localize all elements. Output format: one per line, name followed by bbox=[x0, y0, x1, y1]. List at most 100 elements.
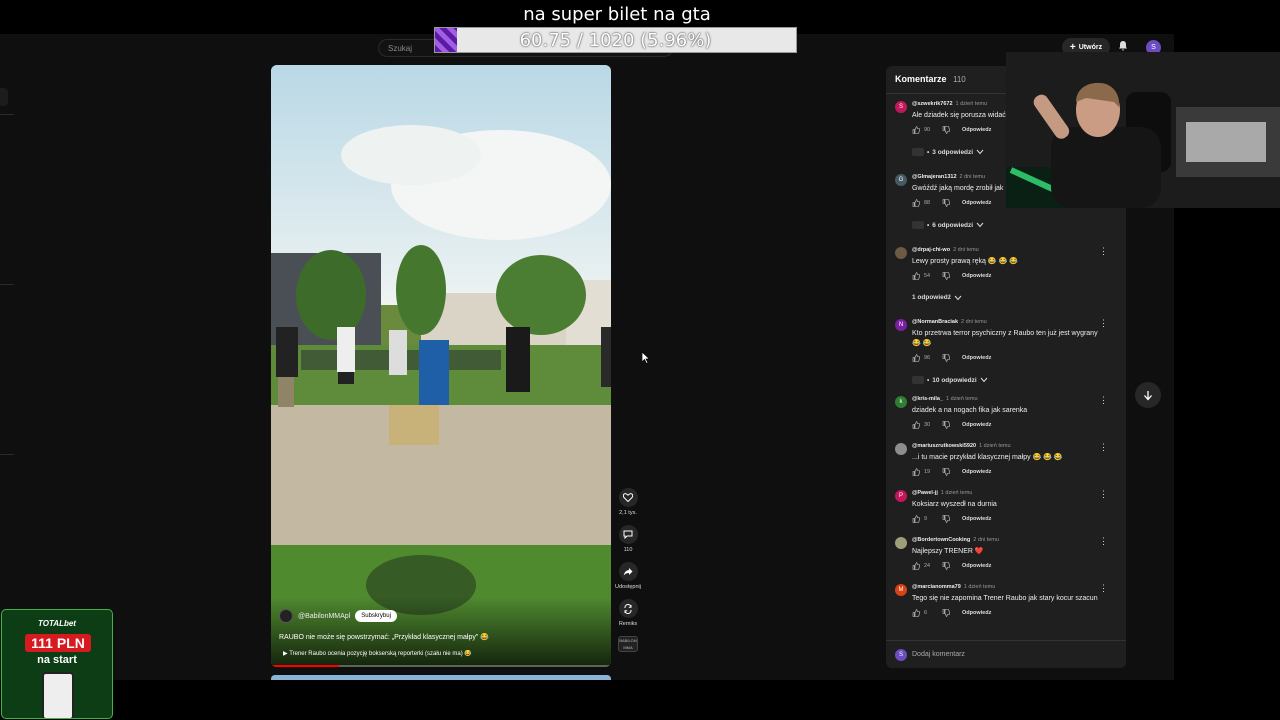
thumbs-up-icon[interactable] bbox=[912, 199, 920, 207]
more-options-icon[interactable]: ⋮ bbox=[1099, 489, 1108, 500]
reply-button[interactable]: Odpowiedz bbox=[962, 469, 991, 475]
replies-count: 10 odpowiedzi bbox=[932, 376, 977, 384]
channel-name[interactable]: @BabilonMMApl bbox=[298, 613, 350, 620]
comment-time: 2 dni temu bbox=[961, 319, 987, 325]
more-options-icon[interactable]: ⋮ bbox=[1099, 583, 1108, 594]
thumbs-up-icon[interactable] bbox=[912, 609, 920, 617]
more-options-icon[interactable]: ⋮ bbox=[1099, 442, 1108, 453]
next-short-preview[interactable] bbox=[271, 675, 611, 680]
thumbs-up-icon[interactable] bbox=[912, 126, 920, 134]
comment-actions: 19 Odpowiedz bbox=[912, 468, 991, 476]
comment-time: 1 dzień temu bbox=[979, 443, 1011, 449]
commenter-avatar[interactable]: k bbox=[895, 396, 907, 408]
reply-button[interactable]: Odpowiedz bbox=[962, 516, 991, 522]
channel-avatar[interactable] bbox=[279, 609, 293, 623]
thumbs-down-icon[interactable] bbox=[942, 562, 950, 570]
comment-author[interactable]: @BordertownCooking 2 dni temu bbox=[912, 537, 999, 543]
more-options-icon[interactable]: ⋮ bbox=[1099, 395, 1108, 406]
video-progress-bar[interactable] bbox=[271, 665, 611, 667]
like-action[interactable]: 2,1 tys. bbox=[614, 488, 642, 516]
comment-author[interactable]: @mariuszrutkowski5920 1 dzień temu bbox=[912, 443, 1011, 449]
remix-button[interactable] bbox=[618, 599, 638, 618]
comment-author[interactable]: @marcianomma79 1 dzień temu bbox=[912, 584, 995, 590]
chevron-down-icon bbox=[980, 377, 988, 383]
thumbs-down-icon[interactable] bbox=[942, 126, 950, 134]
thumbs-down-icon[interactable] bbox=[942, 199, 950, 207]
thumbs-down-icon[interactable] bbox=[942, 515, 950, 523]
comment-actions: 88 Odpowiedz bbox=[912, 199, 991, 207]
commenter-avatar[interactable]: P bbox=[895, 490, 907, 502]
sidebar-toggle[interactable] bbox=[0, 88, 8, 106]
comment-time: 1 dzień temu bbox=[946, 396, 978, 402]
commenter-avatar[interactable]: G bbox=[895, 174, 907, 186]
short-video-player[interactable]: @BabilonMMApl Subskrybuj RAUBO nie może … bbox=[271, 65, 611, 667]
reply-button[interactable]: Odpowiedz bbox=[962, 200, 991, 206]
phone-icon bbox=[42, 672, 74, 718]
comment-author-name: @Pawel-jj bbox=[912, 490, 938, 496]
thumbs-down-icon[interactable] bbox=[942, 272, 950, 280]
comment-actions: 96 Odpowiedz bbox=[912, 354, 991, 362]
commenter-avatar[interactable]: N bbox=[895, 319, 907, 331]
thumbs-down-icon[interactable] bbox=[942, 421, 950, 429]
view-replies-button[interactable]: 1 odpowiedź bbox=[912, 294, 962, 301]
reply-button[interactable]: Odpowiedz bbox=[962, 563, 991, 569]
thumbs-up-icon[interactable] bbox=[912, 354, 920, 362]
commenter-avatar[interactable] bbox=[895, 537, 907, 549]
thumbs-up-icon[interactable] bbox=[912, 272, 920, 280]
comments-button[interactable] bbox=[618, 525, 638, 544]
reply-button[interactable]: Odpowiedz bbox=[962, 355, 991, 361]
add-comment-input[interactable]: Dodaj komentarz bbox=[912, 651, 965, 658]
reply-button[interactable]: Odpowiedz bbox=[962, 422, 991, 428]
create-label: Utwórz bbox=[1078, 43, 1103, 51]
share-label: Udostępnij bbox=[615, 584, 641, 590]
bullet: • bbox=[927, 221, 930, 229]
commenter-avatar[interactable] bbox=[895, 443, 907, 455]
comment-like-count: 30 bbox=[924, 422, 931, 428]
reply-button[interactable]: Odpowiedz bbox=[962, 610, 991, 616]
comment-icon bbox=[623, 530, 633, 539]
comment-author[interactable]: @NormanBraciak 2 dni temu bbox=[912, 319, 987, 325]
share-action[interactable]: Udostępnij bbox=[614, 562, 642, 590]
commenter-avatar[interactable]: S bbox=[895, 101, 907, 113]
remix-action[interactable]: Remiks bbox=[614, 599, 642, 627]
thumbs-up-icon[interactable] bbox=[912, 421, 920, 429]
audio-thumbnail[interactable]: BABILON MMA bbox=[618, 636, 638, 652]
creator-avatar bbox=[912, 221, 924, 229]
comment-like-count: 96 bbox=[924, 355, 931, 361]
remix-icon bbox=[624, 603, 632, 614]
comment-author[interactable]: @Pawel-jj 1 dzień temu bbox=[912, 490, 972, 496]
more-options-icon[interactable]: ⋮ bbox=[1099, 318, 1108, 329]
thumbs-down-icon[interactable] bbox=[942, 468, 950, 476]
subscribe-button[interactable]: Subskrybuj bbox=[355, 610, 397, 622]
thumbs-down-icon[interactable] bbox=[942, 354, 950, 362]
comment-author[interactable]: @Glmajeran1312 2 dni temu bbox=[912, 174, 985, 180]
comment-author[interactable]: @kris-mila_ 1 dzień temu bbox=[912, 396, 978, 402]
comment-author[interactable]: @szwekrik7672 1 dzień temu bbox=[912, 101, 987, 107]
thumbs-up-icon[interactable] bbox=[912, 468, 920, 476]
comment-author[interactable]: @drpaj-chi-wo 2 dni temu bbox=[912, 247, 979, 253]
comment-actions: 30 Odpowiedz bbox=[912, 421, 991, 429]
sidebar-divider bbox=[0, 114, 14, 115]
comments-action[interactable]: 110 bbox=[614, 525, 642, 553]
thumbs-up-icon[interactable] bbox=[912, 562, 920, 570]
like-button[interactable] bbox=[618, 488, 638, 507]
reply-button[interactable]: Odpowiedz bbox=[962, 127, 991, 133]
reply-button[interactable]: Odpowiedz bbox=[962, 273, 991, 279]
related-video-link[interactable]: ▶ Trener Raubo ocenia pozycję bokserską … bbox=[283, 650, 472, 657]
comment-like-count: 9 bbox=[924, 516, 928, 522]
comment-text: Najlepszy TRENER ❤️ bbox=[912, 548, 984, 555]
webcam-frame bbox=[1006, 52, 1280, 208]
commenter-avatar[interactable]: M bbox=[895, 584, 907, 596]
view-replies-button[interactable]: • 10 odpowiedzi bbox=[912, 376, 988, 384]
view-replies-button[interactable]: • 6 odpowiedzi bbox=[912, 221, 984, 229]
thumbs-down-icon[interactable] bbox=[942, 609, 950, 617]
more-options-icon[interactable]: ⋮ bbox=[1099, 536, 1108, 547]
thumbs-up-icon[interactable] bbox=[912, 515, 920, 523]
commenter-avatar[interactable] bbox=[895, 247, 907, 259]
share-button[interactable] bbox=[618, 562, 638, 581]
comment-author-name: @kris-mila_ bbox=[912, 396, 944, 402]
more-options-icon[interactable]: ⋮ bbox=[1099, 246, 1108, 257]
view-replies-button[interactable]: • 3 odpowiedzi bbox=[912, 148, 984, 156]
short-actions: 2,1 tys. 110 Udostępnij Remiks BABILON M… bbox=[614, 488, 642, 652]
next-short-button[interactable] bbox=[1135, 382, 1161, 408]
